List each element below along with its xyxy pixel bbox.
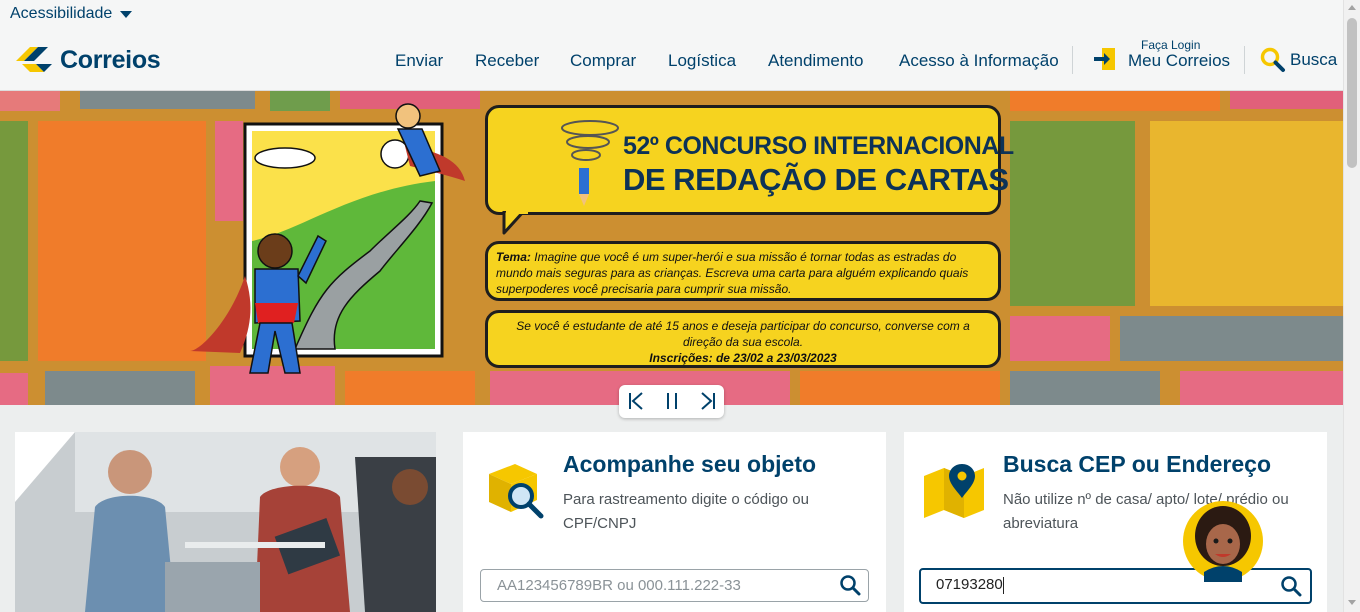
accessibility-bar[interactable]: Acessibilidade: [0, 0, 1343, 28]
tracking-title: Acompanhe seu objeto: [563, 451, 817, 477]
info-bubble: Se você é estudante de até 15 anos e des…: [485, 310, 1001, 368]
nav-logistica[interactable]: Logística: [668, 51, 736, 71]
cep-description: Não utilize nº de casa/ apto/ lote/ préd…: [1003, 491, 1289, 532]
registration-dates: Inscrições: de 23/02 a 23/03/2023: [649, 351, 837, 365]
tracking-search-icon[interactable]: [839, 574, 861, 596]
nav-acesso-informacao[interactable]: Acesso à Informação: [899, 51, 1059, 71]
login-icon[interactable]: [1093, 47, 1117, 71]
site-header: Correios Enviar Receber Comprar Logístic…: [0, 28, 1343, 91]
cep-search-icon[interactable]: [1280, 575, 1302, 597]
contest-title-line1: 52º CONCURSO INTERNACIONAL: [623, 132, 1014, 160]
divider: [1072, 46, 1073, 74]
meu-correios-link[interactable]: Meu Correios: [1128, 51, 1230, 71]
scroll-up-arrow-icon[interactable]: [1348, 5, 1356, 10]
carousel-banner[interactable]: 52º CONCURSO INTERNACIONAL DE REDAÇÃO DE…: [0, 91, 1343, 405]
correios-logo[interactable]: Correios: [14, 44, 161, 76]
previous-slide-icon[interactable]: [626, 391, 646, 411]
bubble-tail: [502, 211, 528, 235]
pause-icon[interactable]: [662, 391, 682, 411]
accessibility-label[interactable]: Acessibilidade: [10, 5, 112, 23]
virtual-assistant-avatar[interactable]: [1182, 500, 1264, 582]
nav-receber[interactable]: Receber: [475, 51, 539, 71]
promo-photo-card[interactable]: [15, 432, 436, 612]
text-cursor: [1002, 576, 1004, 594]
carousel-controls: [619, 385, 724, 418]
theme-bubble: Tema: Imagine que você é um super-herói …: [485, 241, 1001, 301]
tracking-input[interactable]: AA123456789BR ou 000.111.222-33: [480, 569, 869, 602]
correios-logo-icon: [16, 47, 52, 72]
tracking-placeholder: AA123456789BR ou 000.111.222-33: [497, 577, 741, 594]
contest-title-bubble: 52º CONCURSO INTERNACIONAL DE REDAÇÃO DE…: [485, 105, 1014, 215]
cep-value: 07193280: [936, 576, 1003, 593]
logo-text: Correios: [60, 45, 161, 74]
scroll-down-arrow-icon[interactable]: [1348, 600, 1356, 605]
chevron-down-icon[interactable]: [120, 10, 133, 18]
tracking-card: Acompanhe seu objeto Para rastreamento d…: [463, 432, 886, 612]
scroll-thumb[interactable]: [1347, 18, 1357, 168]
login-hint[interactable]: Faça Login: [1141, 38, 1200, 52]
contest-title-line2: DE REDAÇÃO DE CARTAS: [623, 162, 1009, 197]
nav-enviar[interactable]: Enviar: [395, 51, 443, 71]
tornado-pencil-icon: [561, 120, 619, 206]
search-label[interactable]: Busca: [1290, 50, 1337, 70]
theme-text: Imagine que você é um super-herói e sua …: [496, 250, 969, 296]
info-text: Se você é estudante de até 15 anos e des…: [516, 319, 970, 349]
cep-title: Busca CEP ou Endereço: [1003, 451, 1271, 477]
divider: [1244, 46, 1245, 74]
tracking-description: Para rastreamento digite o código ou CPF…: [563, 491, 809, 532]
nav-atendimento[interactable]: Atendimento: [768, 51, 863, 71]
package-search-icon: [489, 464, 544, 519]
nav-comprar[interactable]: Comprar: [570, 51, 636, 71]
search-icon[interactable]: [1260, 47, 1286, 73]
office-meeting-photo: [15, 432, 436, 612]
theme-label: Tema:: [496, 250, 531, 264]
page-scrollbar[interactable]: [1343, 0, 1360, 612]
next-slide-icon[interactable]: [698, 391, 718, 411]
map-pin-icon: [924, 464, 984, 518]
